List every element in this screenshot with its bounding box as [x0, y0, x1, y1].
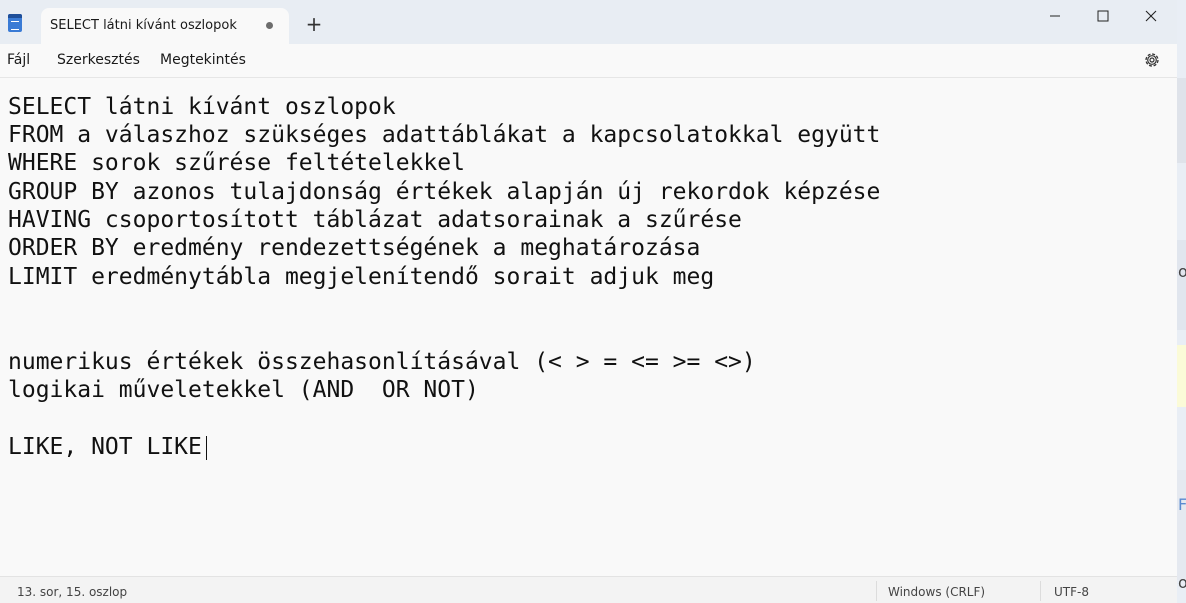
menu-bar: Fájl Szerkesztés Megtekintés [0, 44, 1177, 78]
gear-icon [1145, 53, 1159, 67]
notepad-icon [8, 14, 22, 32]
editor-line: FROM a válaszhoz szükséges adattáblákat … [8, 122, 881, 148]
notepad-window: SELECT látni kívánt oszlopok + Fájl Szer… [0, 0, 1177, 603]
editor-line: GROUP BY azonos tulajdonság értékek alap… [8, 179, 881, 205]
new-tab-button[interactable]: + [303, 14, 325, 36]
line-ending[interactable]: Windows (CRLF) [888, 585, 985, 599]
text-editor[interactable]: SELECT látni kívánt oszlopok FROM a vála… [0, 78, 1177, 576]
settings-button[interactable] [1142, 50, 1162, 70]
background-window: or Fr o [1177, 0, 1186, 603]
unsaved-dot-icon[interactable] [263, 19, 275, 31]
editor-line: logikai műveletekkel (AND OR NOT) [8, 377, 479, 403]
menu-edit[interactable]: Szerkesztés [57, 52, 140, 68]
background-panel [1177, 78, 1186, 163]
editor-line: WHERE sorok szűrése feltételekkel [8, 150, 465, 176]
tab-document[interactable]: SELECT látni kívánt oszlopok [41, 8, 289, 44]
minimize-icon [1050, 15, 1060, 17]
editor-line: numerikus értékek összehasonlításával (<… [8, 349, 756, 375]
background-panel [1177, 470, 1186, 580]
close-button[interactable] [1128, 0, 1174, 32]
editor-line: HAVING csoportosított táblázat adatsorai… [8, 207, 742, 233]
background-text: or [1178, 262, 1186, 281]
editor-line: LIMIT eredménytábla megjelenítendő sorai… [8, 264, 715, 290]
tab-title: SELECT látni kívánt oszlopok [50, 18, 237, 33]
maximize-button[interactable] [1080, 0, 1126, 32]
maximize-icon [1097, 10, 1109, 22]
text-cursor [206, 436, 207, 460]
editor-line: SELECT látni kívánt oszlopok [8, 94, 396, 120]
minimize-button[interactable] [1032, 0, 1078, 32]
editor-line: LIKE, NOT LIKE [8, 434, 202, 460]
status-divider [1040, 581, 1041, 601]
background-text: o [1178, 573, 1186, 592]
title-bar: SELECT látni kívánt oszlopok + [0, 0, 1177, 44]
background-text: Fr [1178, 495, 1186, 514]
background-panel [1177, 345, 1186, 407]
menu-file[interactable]: Fájl [7, 52, 30, 68]
editor-line: ORDER BY eredmény rendezettségének a meg… [8, 235, 701, 261]
menu-view[interactable]: Megtekintés [160, 52, 246, 68]
background-panel [1177, 240, 1186, 330]
status-divider [876, 581, 877, 601]
close-icon [1145, 10, 1157, 22]
encoding[interactable]: UTF-8 [1054, 585, 1089, 599]
cursor-position: 13. sor, 15. oszlop [17, 585, 128, 599]
status-bar: 13. sor, 15. oszlop Windows (CRLF) UTF-8 [0, 576, 1177, 603]
